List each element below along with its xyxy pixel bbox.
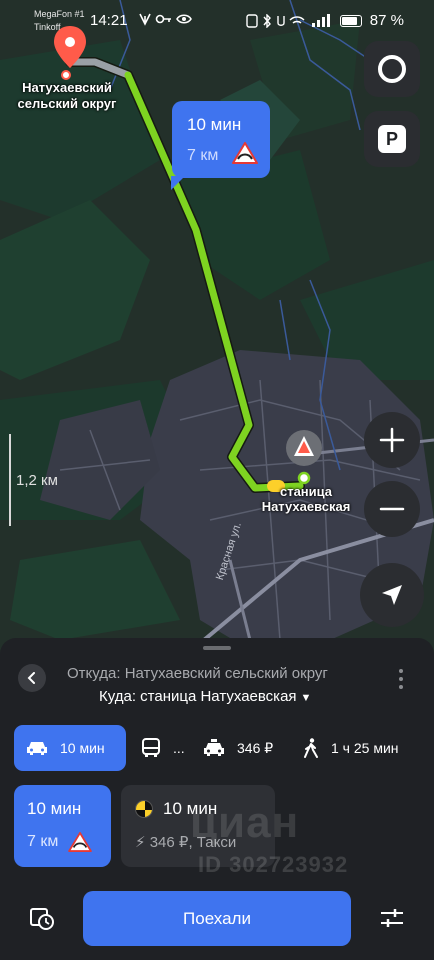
zoom-in-button[interactable] (364, 412, 420, 468)
to-field[interactable]: Куда: станица Натухаевская ▼ (99, 688, 311, 705)
status-bar: MegaFon #1 Tinkoff 14:21 87 % (0, 0, 434, 40)
origin-label: Натухаевский сельский округ (17, 80, 117, 111)
carrier-line-1: MegaFon #1 (34, 9, 85, 19)
bus-icon (141, 738, 161, 758)
status-right: 87 % (246, 12, 404, 29)
route-time-bubble[interactable]: 10 мин 7 км (171, 101, 270, 190)
minus-icon (379, 507, 405, 511)
navigation-arrow-icon (382, 585, 402, 605)
plus-icon (379, 427, 405, 453)
car-option-distance: 7 км (27, 833, 59, 850)
taxi-option-price: 346 ₽, Такси (149, 834, 237, 851)
taxi-option-time: 10 мин (163, 799, 218, 818)
taxi-option-header: 10 мин (135, 799, 275, 819)
map-view[interactable]: Натухаевский сельский округ станица Нату… (0, 0, 434, 660)
carrier-info: MegaFon #1 Tinkoff (34, 8, 85, 34)
zoom-out-button[interactable] (364, 481, 420, 537)
alice-ring-icon (378, 55, 406, 83)
dot-icon (399, 685, 403, 689)
carrier-line-2: Tinkoff (34, 22, 61, 32)
status-time: 14:21 (90, 12, 128, 29)
car-option-time: 10 мин (27, 799, 82, 818)
road-bump-warning-icon (68, 832, 93, 852)
alice-button[interactable] (364, 41, 420, 97)
tab-transit[interactable]: ... (141, 725, 203, 771)
scale-label: 1,2 км (16, 472, 58, 489)
dot-icon (399, 669, 403, 673)
departure-time-button[interactable] (28, 904, 56, 932)
tab-taxi[interactable]: 346 ₽ (203, 725, 303, 771)
route-bubble-time: 10 мин (187, 115, 242, 134)
destination-pin-icon[interactable] (282, 428, 328, 488)
tab-transit-time: ... (173, 740, 185, 756)
car-route-option[interactable]: 10 мин 7 км (14, 785, 111, 867)
system-status-icons (246, 13, 330, 28)
battery-level (341, 16, 358, 25)
locate-me-button[interactable] (360, 563, 424, 627)
tab-walk[interactable]: 1 ч 25 мин (303, 725, 423, 771)
tab-walk-time: 1 ч 25 мин (331, 740, 399, 756)
transport-mode-tabs: 10 мин ... 346 ₽ 1 ч 25 мин (14, 725, 434, 771)
yandex-taxi-icon (135, 800, 153, 818)
route-panel[interactable]: Откуда: Натухаевский сельский округ Куда… (0, 638, 434, 960)
route-settings-button[interactable] (378, 904, 406, 932)
tab-car[interactable]: 10 мин (14, 725, 126, 771)
sheet-grabber[interactable] (203, 646, 231, 650)
dot-icon (399, 677, 403, 681)
taxi-option-price-row: ⚡ 346 ₽, Такси (135, 833, 275, 851)
scale-bar (9, 434, 11, 526)
lightning-icon: ⚡ (135, 834, 146, 851)
parking-icon: P (378, 125, 406, 153)
tab-taxi-price: 346 ₽ (237, 739, 274, 756)
caret-down-icon: ▼ (300, 692, 312, 704)
go-button[interactable]: Поехали (83, 891, 351, 946)
tab-car-time: 10 мин (60, 740, 105, 756)
notification-icons (139, 13, 192, 26)
pedestrian-icon (303, 738, 319, 758)
chevron-left-icon (27, 672, 35, 684)
parking-button[interactable]: P (364, 111, 420, 167)
status-left-icons (138, 12, 194, 29)
to-field-label: Куда: станица Натухаевская (99, 688, 297, 705)
taxi-icon (203, 739, 225, 757)
from-field[interactable]: Откуда: Натухаевский сельский округ (67, 665, 328, 682)
sliders-icon (381, 909, 403, 927)
back-button[interactable] (18, 664, 46, 692)
clock-calendar-icon (30, 908, 54, 930)
battery-percent: 87 % (369, 12, 404, 29)
car-option-distance-row: 7 км (27, 832, 111, 852)
battery-icon (339, 14, 362, 27)
car-icon (26, 740, 48, 756)
destination-label: станица Натухаевская (261, 484, 351, 514)
road-bump-warning-icon (232, 142, 258, 164)
more-options-button[interactable] (392, 666, 410, 692)
taxi-route-option[interactable]: 10 мин ⚡ 346 ₽, Такси (121, 785, 275, 867)
